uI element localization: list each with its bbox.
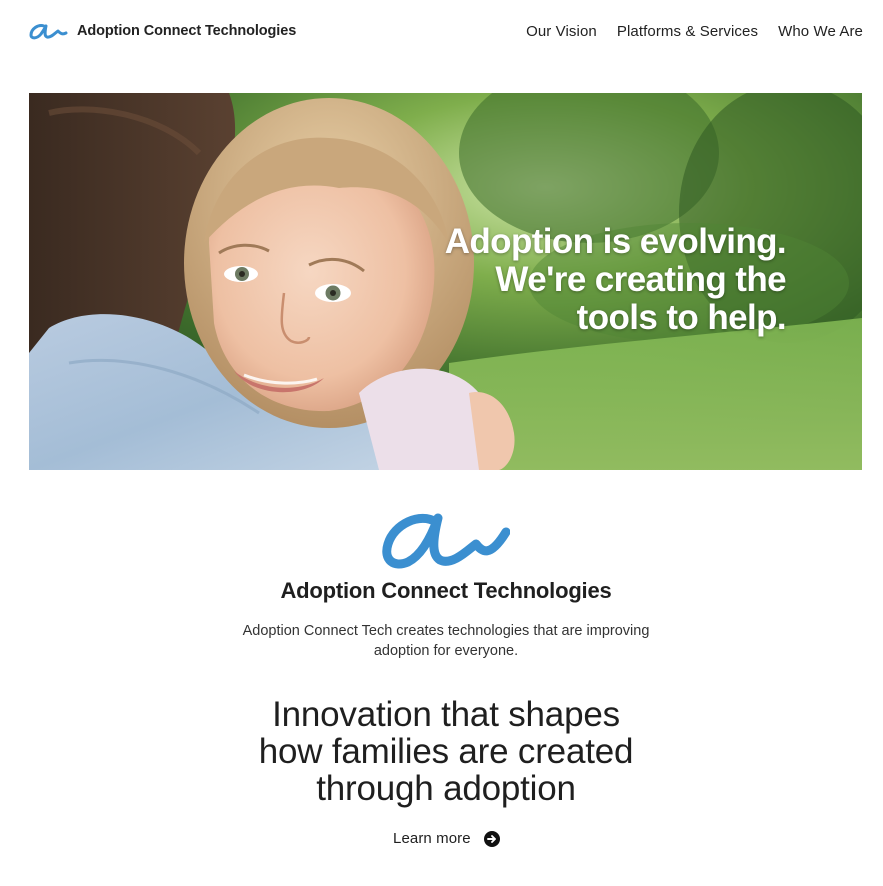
- tagline-line-1: Innovation that shapes: [272, 695, 620, 734]
- brand-logo-icon: [29, 24, 68, 40]
- tagline-line-2: how families are created: [258, 732, 634, 771]
- site-header: Adoption Connect Technologies Our Vision…: [0, 0, 883, 66]
- brand-name: Adoption Connect Technologies: [77, 23, 297, 39]
- nav-platforms-services[interactable]: Platforms & Services: [617, 23, 758, 40]
- tagline-line-3: through adoption: [316, 769, 576, 808]
- arrow-right-circle-icon: [483, 830, 500, 847]
- learn-more-label: Learn more: [393, 830, 471, 847]
- nav-who-we-are[interactable]: Who We Are: [778, 23, 863, 40]
- tagline-heading: Innovation that shapes how families are …: [180, 696, 712, 807]
- brand-logo-large-icon: [382, 513, 510, 569]
- company-title: Adoption Connect Technologies: [280, 578, 612, 603]
- learn-more-link[interactable]: Learn more: [393, 830, 500, 847]
- main-nav: Our Vision Platforms & Services Who We A…: [526, 23, 863, 40]
- nav-our-vision[interactable]: Our Vision: [526, 23, 597, 40]
- brand-home-link[interactable]: Adoption Connect Technologies: [28, 20, 296, 42]
- hero-headline-line-3: tools to help.: [576, 298, 787, 337]
- hero-headline-line-1: Adoption is evolving.: [444, 222, 787, 261]
- hero-headline-line-2: We're creating the: [495, 260, 786, 299]
- hero-headline: Adoption is evolving. We're creating the…: [366, 222, 787, 337]
- company-description: Adoption Connect Tech creates technologi…: [242, 623, 650, 659]
- hero-banner: Adoption is evolving. We're creating the…: [29, 93, 862, 470]
